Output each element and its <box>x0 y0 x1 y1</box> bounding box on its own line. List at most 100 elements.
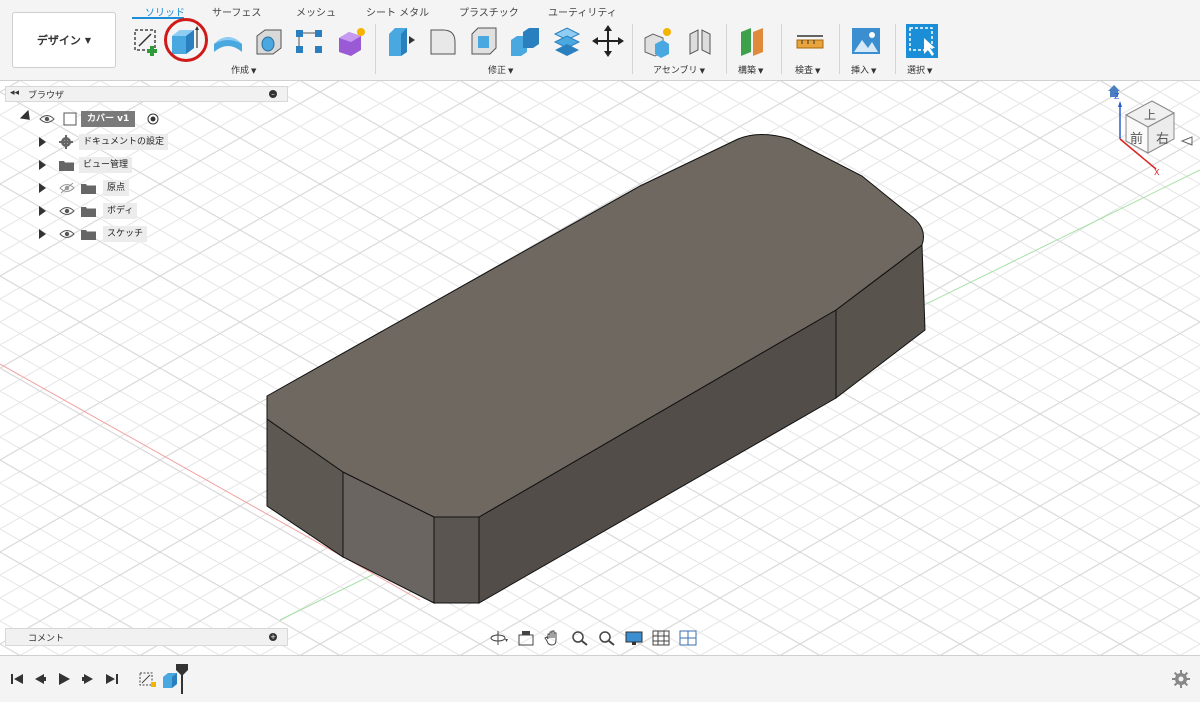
step-back-icon <box>35 674 46 684</box>
timeline-settings-gear-icon[interactable] <box>1172 670 1190 688</box>
measure-icon <box>796 35 824 49</box>
play-button[interactable] <box>57 673 71 685</box>
eye-icon[interactable] <box>59 228 75 240</box>
move-button[interactable] <box>592 24 624 58</box>
monitor-icon <box>625 631 643 645</box>
tab-mesh[interactable]: メッシュ <box>296 4 336 19</box>
pan-button[interactable] <box>541 628 565 648</box>
tree-root[interactable]: カバー v1 <box>17 109 167 129</box>
chevron-down-icon: ▼ <box>758 67 764 75</box>
select-button[interactable] <box>906 24 938 58</box>
tree-item-named-views[interactable]: ビュー管理 <box>37 155 147 175</box>
viewports-button[interactable] <box>676 628 700 648</box>
create-menu[interactable]: 作成 ▼ <box>231 63 256 76</box>
combine-button[interactable] <box>509 24 541 58</box>
eye-icon[interactable] <box>39 113 55 125</box>
step-back-button[interactable] <box>33 673 47 685</box>
look-at-button[interactable] <box>514 628 538 648</box>
assemble-menu-label: アセンブリ <box>653 66 698 76</box>
viewcube-front[interactable]: 前 <box>1130 131 1143 147</box>
new-component-button[interactable] <box>643 24 675 58</box>
form-icon <box>339 28 365 56</box>
fit-button[interactable] <box>595 628 619 648</box>
go-to-start-button[interactable] <box>10 673 24 685</box>
display-settings-button[interactable] <box>622 628 646 648</box>
move-arrows-icon <box>592 25 624 57</box>
zoom-window-icon <box>599 631 615 646</box>
chevron-down-icon: ▼ <box>699 67 705 75</box>
collapse-icon[interactable]: ◂◂ <box>10 88 19 98</box>
select-cursor-icon <box>906 24 938 58</box>
grid-settings-button[interactable] <box>649 628 673 648</box>
comments-panel[interactable]: コメント + <box>5 628 288 646</box>
tab-sheet-metal[interactable]: シート メタル <box>366 4 429 19</box>
workspace-switcher[interactable]: デザイン ▼ <box>12 12 116 68</box>
viewcube-right[interactable]: 右 <box>1156 132 1169 147</box>
toolbar-divider <box>632 24 633 74</box>
tree-item-label: ドキュメントの設定 <box>79 134 169 150</box>
expand-triangle-icon[interactable] <box>39 206 46 216</box>
minus-icon[interactable]: – <box>269 90 277 98</box>
offset-face-icon <box>553 27 581 56</box>
viewcube[interactable]: X Z 上 前 右 <box>1104 83 1196 175</box>
toolbar-divider <box>726 24 727 74</box>
inspect-menu-label: 検査 <box>795 66 814 76</box>
assemble-menu[interactable]: アセンブリ ▼ <box>653 63 705 76</box>
revolve-button[interactable] <box>212 24 244 58</box>
image-icon <box>852 28 880 54</box>
tab-utility[interactable]: ユーティリティ <box>548 4 617 19</box>
3d-viewport[interactable]: X Z 上 前 右 <box>0 81 1200 655</box>
joint-icon <box>689 29 711 55</box>
zoom-button[interactable] <box>568 628 592 648</box>
tree-item-document-settings[interactable]: ドキュメントの設定 <box>37 132 177 152</box>
tab-plastic[interactable]: プラスチック <box>459 4 519 19</box>
viewcube-top[interactable]: 上 <box>1144 108 1156 122</box>
toolbar-divider <box>895 24 896 74</box>
timeline <box>0 655 1200 702</box>
create-sketch-button[interactable] <box>131 24 163 58</box>
insert-menu[interactable]: 挿入 ▼ <box>851 63 876 76</box>
activate-radio-icon[interactable] <box>147 113 159 125</box>
tree-item-bodies[interactable]: ボディ <box>37 201 147 221</box>
eye-hidden-icon[interactable] <box>59 182 75 194</box>
browser-header: ◂◂ ブラウザ – <box>5 86 288 102</box>
tree-item-origin[interactable]: 原点 <box>37 178 147 198</box>
measure-button[interactable] <box>794 24 826 58</box>
construct-menu[interactable]: 構築 ▼ <box>738 63 763 76</box>
expand-triangle-icon[interactable] <box>39 160 46 170</box>
look-at-icon <box>518 631 534 646</box>
expand-triangle-icon[interactable] <box>39 137 46 147</box>
eye-icon[interactable] <box>59 205 75 217</box>
timeline-sketch-feature[interactable] <box>138 669 158 689</box>
expand-triangle-icon[interactable] <box>39 229 46 239</box>
orbit-button[interactable] <box>487 628 511 648</box>
viewcube-menu-icon[interactable] <box>1180 136 1193 146</box>
browser-title: ブラウザ <box>28 91 65 101</box>
shell-button[interactable] <box>468 24 500 58</box>
gear-icon <box>59 135 73 149</box>
fillet-button[interactable] <box>427 24 459 58</box>
expand-triangle-icon[interactable] <box>19 109 35 125</box>
create-form-button[interactable] <box>335 24 367 58</box>
tab-surface[interactable]: サーフェス <box>212 4 261 19</box>
modify-menu[interactable]: 修正 ▼ <box>488 63 513 76</box>
offset-plane-button[interactable] <box>737 24 769 58</box>
scene-canvas <box>0 81 1200 655</box>
hole-button[interactable] <box>253 24 285 58</box>
pattern-button[interactable] <box>293 24 325 58</box>
select-menu[interactable]: 選択 ▼ <box>907 63 932 76</box>
inspect-menu[interactable]: 検査 ▼ <box>795 63 820 76</box>
chevron-down-icon: ▼ <box>815 67 821 75</box>
chevron-down-icon: ▼ <box>251 67 257 75</box>
joint-button[interactable] <box>684 24 716 58</box>
tree-item-sketches[interactable]: スケッチ <box>37 224 152 244</box>
insert-image-button[interactable] <box>850 24 882 58</box>
add-comment-icon[interactable]: + <box>269 633 277 641</box>
offset-face-button[interactable] <box>551 24 583 58</box>
timeline-marker[interactable] <box>176 664 188 694</box>
svg-text:Z: Z <box>1114 92 1120 101</box>
press-pull-button[interactable] <box>385 24 417 58</box>
go-to-end-button[interactable] <box>105 673 119 685</box>
expand-triangle-icon[interactable] <box>39 183 46 193</box>
step-forward-button[interactable] <box>81 673 95 685</box>
